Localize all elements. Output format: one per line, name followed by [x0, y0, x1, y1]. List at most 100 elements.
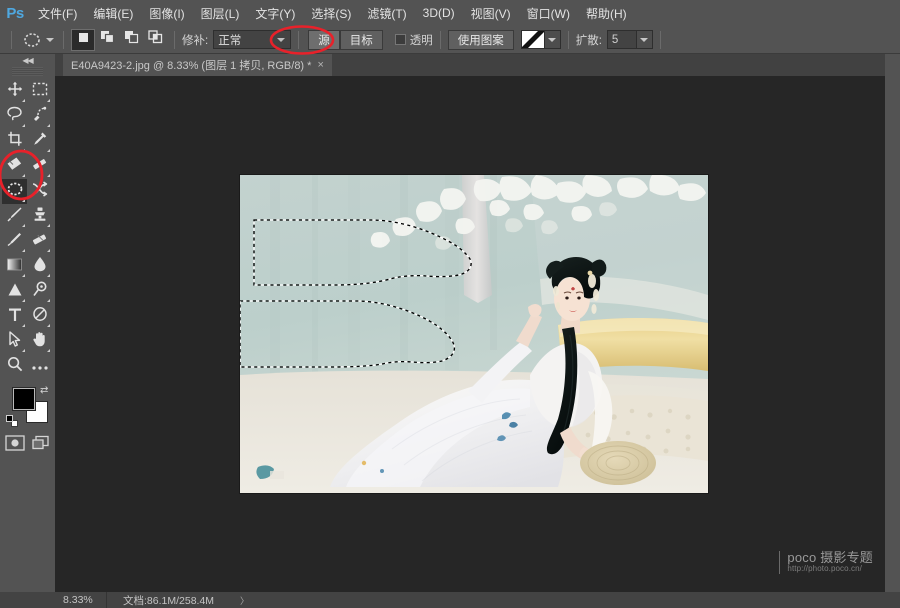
tool-brush[interactable]	[27, 154, 52, 179]
tool-flyout-corner	[47, 124, 50, 127]
tool-pen[interactable]	[27, 279, 52, 304]
target-button[interactable]: 目标	[340, 30, 383, 50]
tool-eraser[interactable]	[27, 229, 52, 254]
tool-flyout-corner	[47, 99, 50, 102]
patch-mode-select[interactable]: 正常	[213, 30, 291, 49]
menu-bar: Ps 文件(F) 编辑(E) 图像(I) 图层(L) 文字(Y) 选择(S) 滤…	[0, 0, 900, 26]
options-divider-7	[660, 31, 661, 49]
canvas-area[interactable]: poco 摄影专题 http://photo.poco.cn/	[55, 76, 885, 592]
menu-file[interactable]: 文件(F)	[30, 0, 85, 26]
tool-gradient[interactable]	[2, 254, 27, 279]
tool-rectangular-marquee[interactable]	[27, 79, 52, 104]
document-tab-strip: E40A9423-2.jpg @ 8.33% (图层 1 拷贝, RGB/8) …	[55, 54, 900, 76]
status-doc-info: 文档:86.1M/258.4M 〉	[107, 593, 249, 608]
diffusion-input[interactable]: 5	[607, 30, 637, 49]
tool-shuffle[interactable]	[27, 179, 52, 204]
intersect-selection-button[interactable]	[143, 29, 167, 51]
tool-hand[interactable]	[27, 329, 52, 354]
chevron-down-icon	[277, 38, 285, 42]
chevron-right-icon[interactable]: 〉	[240, 594, 249, 607]
tool-blur[interactable]	[27, 254, 52, 279]
add-to-selection-button[interactable]	[95, 29, 119, 51]
menu-filter[interactable]: 滤镜(T)	[359, 0, 414, 26]
tool-flyout-corner	[22, 99, 25, 102]
type-tool-icon	[8, 307, 22, 327]
tool-zoom[interactable]	[2, 354, 27, 379]
screen-mode-icon[interactable]	[31, 435, 51, 456]
photoshop-window: Ps 文件(F) 编辑(E) 图像(I) 图层(L) 文字(Y) 选择(S) 滤…	[0, 0, 900, 608]
transparent-checkbox[interactable]	[395, 34, 406, 45]
pattern-picker-button[interactable]	[545, 30, 561, 49]
tool-quick-selection[interactable]	[27, 104, 52, 129]
close-icon[interactable]: ×	[317, 59, 323, 71]
tool-clone-stamp[interactable]	[27, 204, 52, 229]
options-divider-3	[174, 31, 175, 49]
lasso-tool-icon	[6, 106, 23, 127]
tool-type[interactable]	[2, 304, 27, 329]
collapse-toolbar-button[interactable]: ◀◀	[0, 54, 55, 67]
pattern-swatch[interactable]	[521, 30, 545, 49]
menu-view[interactable]: 视图(V)	[463, 0, 519, 26]
tool-flyout-corner	[22, 174, 25, 177]
options-divider-4	[298, 31, 299, 49]
rectangular-marquee-tool-icon	[32, 82, 48, 101]
tool-eyedropper[interactable]	[27, 129, 52, 154]
tools-grid	[0, 79, 55, 379]
tool-history-brush[interactable]	[2, 229, 27, 254]
zoom-tool-icon	[7, 356, 23, 377]
menu-help[interactable]: 帮助(H)	[578, 0, 635, 26]
tool-flyout-corner	[22, 199, 25, 202]
tool-lasso[interactable]	[2, 104, 27, 129]
intersect-selection-icon	[148, 30, 163, 49]
photo-content	[240, 175, 708, 493]
spot-healing-brush-tool-icon	[6, 156, 23, 177]
use-pattern-button[interactable]: 使用图案	[448, 30, 514, 50]
tool-flyout-corner	[22, 224, 25, 227]
patch-tool-icon	[6, 181, 24, 202]
menu-type[interactable]: 文字(Y)	[247, 0, 303, 26]
tool-move[interactable]	[2, 79, 27, 104]
tool-direct-selection[interactable]	[2, 329, 27, 354]
tool-patch[interactable]	[2, 179, 27, 204]
menu-3d[interactable]: 3D(D)	[415, 0, 463, 26]
document-tab[interactable]: E40A9423-2.jpg @ 8.33% (图层 1 拷贝, RGB/8) …	[63, 54, 332, 76]
path-selection-tool-icon	[32, 306, 48, 327]
tool-dodge[interactable]	[2, 279, 27, 304]
menu-layer[interactable]: 图层(L)	[193, 0, 248, 26]
status-zoom-field[interactable]: 8.33%	[55, 592, 107, 608]
photoshop-logo: Ps	[0, 0, 30, 26]
menu-window[interactable]: 窗口(W)	[519, 0, 578, 26]
direct-selection-tool-icon	[8, 331, 21, 352]
eraser-tool-icon	[31, 231, 48, 252]
menu-edit[interactable]: 编辑(E)	[85, 0, 141, 26]
watermark: poco 摄影专题 http://photo.poco.cn/	[779, 551, 873, 574]
toolbar-drag-handle[interactable]	[12, 67, 43, 76]
tool-preset-picker[interactable]	[19, 30, 56, 50]
gradient-tool-icon	[6, 257, 23, 277]
default-colors-icon[interactable]	[6, 415, 18, 427]
subtract-from-selection-button[interactable]	[119, 29, 143, 51]
diffusion-dropdown-button[interactable]	[637, 30, 653, 49]
brush-tool-icon	[31, 156, 48, 177]
blur-tool-icon	[33, 256, 47, 277]
tool-edit-toolbar[interactable]	[27, 354, 52, 379]
tool-crop[interactable]	[2, 129, 27, 154]
menu-image[interactable]: 图像(I)	[141, 0, 192, 26]
toolbar-bottom-buttons	[0, 435, 55, 456]
new-selection-button[interactable]	[71, 29, 95, 51]
patch-mode-value: 正常	[218, 32, 241, 48]
tool-path-selection[interactable]	[27, 304, 52, 329]
move-tool-icon	[7, 81, 23, 102]
source-button[interactable]: 源	[308, 30, 340, 50]
right-panel-strip[interactable]	[885, 54, 900, 590]
tool-paintbrush[interactable]	[2, 204, 27, 229]
swap-colors-icon[interactable]: ⇄	[40, 385, 48, 396]
crop-tool-icon	[7, 131, 23, 152]
document-image[interactable]	[240, 175, 708, 493]
tool-spot-healing-brush[interactable]	[2, 154, 27, 179]
quick-mask-icon[interactable]	[5, 435, 25, 456]
foreground-color-swatch[interactable]	[13, 388, 35, 410]
watermark-brand: poco 摄影专题	[787, 551, 873, 565]
transparent-checkbox-wrap[interactable]: 透明	[395, 32, 433, 48]
menu-select[interactable]: 选择(S)	[303, 0, 359, 26]
